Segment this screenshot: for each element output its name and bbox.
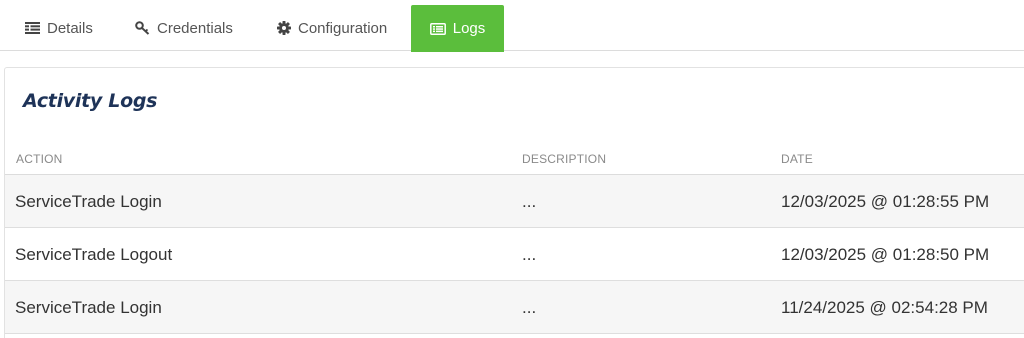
cell-action: ServiceTrade Logout [15, 245, 173, 264]
table-row: ServiceTrade Login ... 11/24/2025 @ 02:5… [5, 281, 1024, 334]
table-header: ACTION DESCRIPTION DATE [5, 148, 1024, 175]
gear-icon [277, 21, 291, 35]
cell-description: ... [522, 192, 537, 211]
column-header-date: DATE [781, 152, 813, 166]
cell-date: 11/24/2025 @ 02:54:28 PM [781, 298, 988, 317]
cell-action: ServiceTrade Login [15, 298, 162, 317]
tab-configuration-label: Configuration [298, 19, 388, 37]
cell-action: ServiceTrade Login [15, 192, 162, 211]
tab-bar: Details Credentials Configuration Logs [0, 0, 1024, 52]
cell-date: 12/03/2025 @ 01:28:55 PM [781, 192, 990, 211]
column-header-action: ACTION [16, 152, 63, 166]
tab-credentials-label: Credentials [157, 19, 233, 37]
cell-date: 12/03/2025 @ 01:28:50 PM [781, 245, 990, 264]
column-header-description: DESCRIPTION [522, 152, 607, 166]
cell-description: ... [522, 245, 537, 264]
tab-configuration[interactable]: Configuration [277, 5, 387, 51]
list-icon [25, 22, 40, 34]
table-row: ServiceTrade Login ... 12/03/2025 @ 01:2… [5, 175, 1024, 228]
tab-logs-label: Logs [452, 20, 486, 37]
tab-credentials[interactable]: Credentials [135, 5, 233, 51]
table-row: ServiceTrade Logout ... 12/03/2025 @ 01:… [5, 228, 1024, 281]
logs-icon [429, 22, 446, 35]
tab-logs[interactable]: Logs [411, 5, 504, 52]
tab-details-label: Details [47, 19, 93, 37]
key-icon [135, 21, 150, 35]
activity-logs-card: Activity Logs ACTION DESCRIPTION DATE Se… [4, 67, 1024, 338]
cell-description: ... [522, 298, 537, 317]
tab-details[interactable]: Details [25, 5, 93, 51]
card-title: Activity Logs [23, 90, 158, 112]
